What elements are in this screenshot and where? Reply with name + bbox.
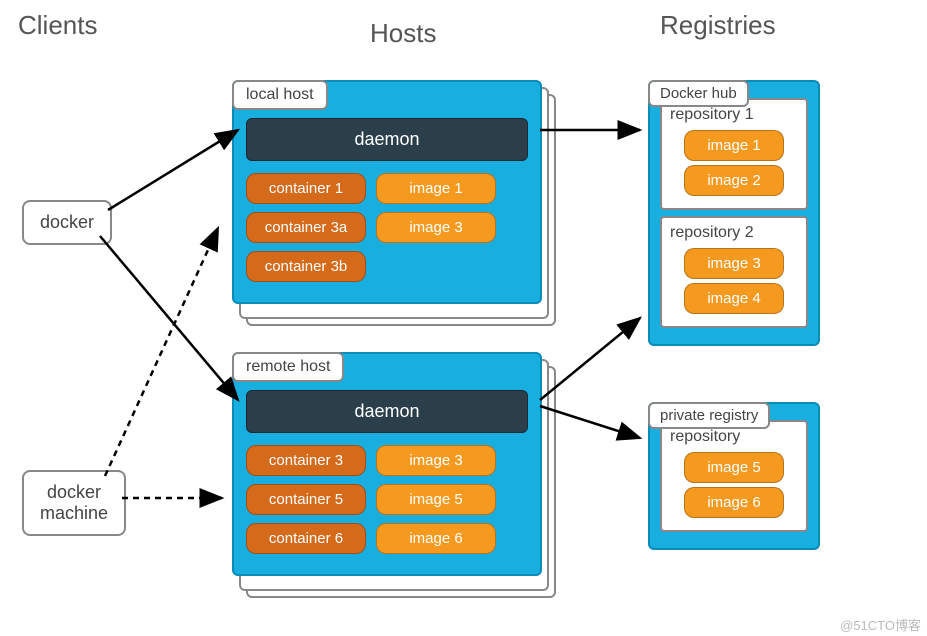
image-pill: image 3	[376, 445, 496, 476]
client-docker-machine: docker machine	[22, 470, 126, 536]
container-pill: container 3a	[246, 212, 366, 243]
header-hosts: Hosts	[370, 18, 436, 49]
private-registry-box: private registry repository image 5 imag…	[648, 402, 820, 550]
docker-hub-title: Docker hub	[648, 80, 749, 107]
local-host-title: local host	[232, 80, 328, 110]
container-pill: container 3b	[246, 251, 366, 282]
image-pill: image 5	[684, 452, 784, 483]
repo-box: repository image 5 image 6	[660, 420, 808, 532]
repo-box: repository 1 image 1 image 2	[660, 98, 808, 210]
header-clients: Clients	[18, 10, 97, 41]
remote-host-title: remote host	[232, 352, 344, 382]
container-pill: container 3	[246, 445, 366, 476]
image-pill: image 1	[376, 173, 496, 204]
repo-box: repository 2 image 3 image 4	[660, 216, 808, 328]
image-pill: image 5	[376, 484, 496, 515]
container-pill: container 1	[246, 173, 366, 204]
local-daemon: daemon	[246, 118, 528, 161]
image-pill: image 2	[684, 165, 784, 196]
container-pill: container 6	[246, 523, 366, 554]
watermark: @51CTO博客	[840, 615, 921, 634]
image-pill: image 6	[684, 487, 784, 518]
header-registries: Registries	[660, 10, 776, 41]
docker-hub-box: Docker hub repository 1 image 1 image 2 …	[648, 80, 820, 346]
remote-host-box: remote host daemon container 3 image 3 c…	[232, 352, 542, 576]
local-host-box: local host daemon container 1 image 1 co…	[232, 80, 542, 304]
image-pill: image 3	[376, 212, 496, 243]
container-pill: container 5	[246, 484, 366, 515]
client-docker: docker	[22, 200, 112, 245]
repo-label: repository 1	[670, 106, 798, 124]
private-registry-title: private registry	[648, 402, 770, 429]
image-pill: image 1	[684, 130, 784, 161]
repo-label: repository	[670, 428, 798, 446]
remote-daemon: daemon	[246, 390, 528, 433]
repo-label: repository 2	[670, 224, 798, 242]
image-pill: image 3	[684, 248, 784, 279]
image-pill: image 4	[684, 283, 784, 314]
image-pill: image 6	[376, 523, 496, 554]
